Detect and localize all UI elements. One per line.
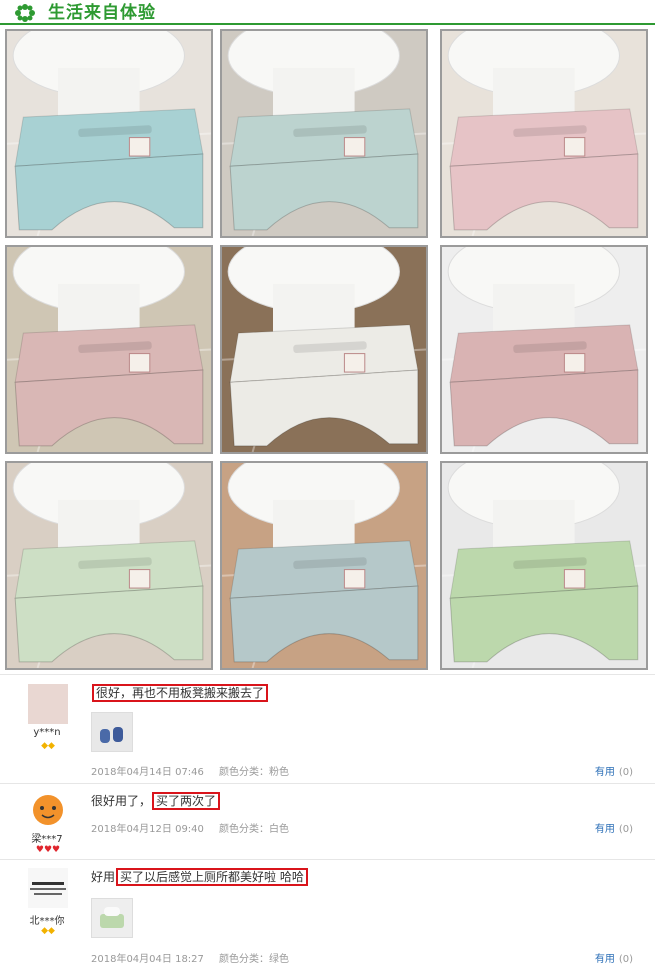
review-photo-thumbnail[interactable] <box>91 898 133 938</box>
helpful-label[interactable]: 有用 <box>595 767 615 778</box>
photo-4[interactable] <box>5 245 213 454</box>
helpful-label[interactable]: 有用 <box>595 954 615 965</box>
header-divider <box>0 23 655 25</box>
helpful-button[interactable]: 有用 (0) <box>595 820 633 835</box>
avatar[interactable] <box>28 684 68 724</box>
photo-8[interactable] <box>220 461 428 670</box>
photo-7[interactable] <box>5 461 213 670</box>
helpful-count: (0) <box>618 767 633 778</box>
cartoon-avatar-icon <box>33 795 63 825</box>
review-date: 2018年04月12日 09:40 <box>91 824 204 835</box>
flower-icon <box>15 4 35 22</box>
helpful-button[interactable]: 有用 (0) <box>595 763 633 778</box>
review-text-prefix: 很好用了， <box>91 794 152 808</box>
review-text: 很好用了， 买了两次了 <box>91 792 221 810</box>
helpful-count: (0) <box>618 824 633 835</box>
review-color-variant: 颜色分类：粉色 <box>219 767 289 778</box>
photo-3[interactable] <box>440 29 648 238</box>
review-text-prefix: 好用 <box>91 870 116 884</box>
photo-grid <box>5 29 650 672</box>
review-color-variant: 颜色分类：绿色 <box>219 954 289 965</box>
helpful-button[interactable]: 有用 (0) <box>595 950 633 965</box>
review-text: 好用 买了以后感觉上厕所都美好啦 哈哈 <box>91 868 308 886</box>
user-level-icon: ◆◆ <box>41 741 55 751</box>
highlighted-text: 买了以后感觉上厕所都美好啦 哈哈 <box>116 868 308 886</box>
helpful-count: (0) <box>618 954 633 965</box>
highlighted-text: 买了两次了 <box>152 792 221 810</box>
text-avatar-icon <box>30 882 66 895</box>
user-level-icon: ◆◆ <box>41 926 55 936</box>
review-photo-thumbnail[interactable] <box>91 712 133 752</box>
helpful-label[interactable]: 有用 <box>595 824 615 835</box>
reviewer-name: 北***你 <box>29 916 65 927</box>
product-label <box>563 137 586 157</box>
photo-1[interactable] <box>5 29 213 238</box>
user-level-icon: ♥♥♥ <box>35 845 61 855</box>
review-item: y***n ◆◆ 很好，再也不用板凳搬来搬去了 2018年04月14日 07:4… <box>0 674 655 786</box>
avatar[interactable] <box>28 792 68 832</box>
review-text: 很好，再也不用板凳搬来搬去了 <box>91 684 269 702</box>
product-label <box>128 137 151 157</box>
review-item: 北***你 ◆◆ 好用 买了以后感觉上厕所都美好啦 哈哈 2018年04月04日 … <box>0 860 655 974</box>
reviewer-name: y***n <box>33 727 61 738</box>
review-item: 梁***7 ♥♥♥ 很好用了， 买了两次了 2018年04月12日 09:40 颜… <box>0 784 655 859</box>
product-label <box>128 569 151 589</box>
photo-2[interactable] <box>220 29 428 238</box>
slippers-image <box>92 713 132 751</box>
avatar[interactable] <box>28 868 68 908</box>
photo-9[interactable] <box>440 461 648 670</box>
section-title: 生活来自体验 <box>48 3 156 23</box>
photo-5[interactable] <box>220 245 428 454</box>
review-date: 2018年04月04日 18:27 <box>91 954 204 965</box>
photo-6[interactable] <box>440 245 648 454</box>
product-label <box>563 569 586 589</box>
product-label <box>343 353 366 373</box>
highlighted-text: 很好，再也不用板凳搬来搬去了 <box>92 684 269 702</box>
product-label <box>128 353 151 373</box>
section-header: 生活来自体验 <box>0 0 655 26</box>
stool-image <box>92 899 132 937</box>
product-label <box>343 569 366 589</box>
product-label <box>343 137 366 157</box>
product-label <box>563 353 586 373</box>
review-date: 2018年04月14日 07:46 <box>91 767 204 778</box>
reviewer-name: 梁***7 <box>31 834 63 845</box>
review-color-variant: 颜色分类：白色 <box>219 824 289 835</box>
